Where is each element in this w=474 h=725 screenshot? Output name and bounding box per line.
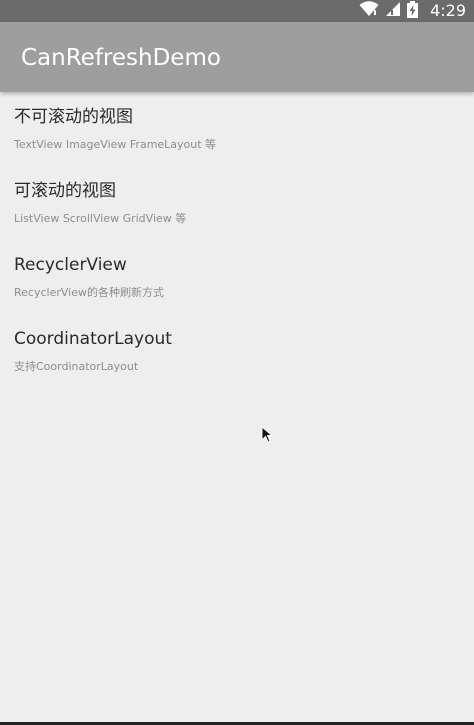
list-item-subtitle: 支持CoordinatorLayout [14, 360, 139, 373]
list-item-subtitle: TextView ImageView FrameLayout 等 [14, 138, 217, 151]
cellular-signal-icon [385, 1, 401, 21]
list-item-title: RecyclerView [14, 255, 127, 275]
demo-list: 不可滚动的视图 TextView ImageView FrameLayout 等… [0, 92, 474, 388]
list-item-recyclerview[interactable]: RecyclerView RecyclerView的各种刷新方式 [0, 240, 474, 314]
list-item-non-scrollable-views[interactable]: 不可滚动的视图 TextView ImageView FrameLayout 等 [0, 92, 474, 166]
list-item-coordinatorlayout[interactable]: CoordinatorLayout 支持CoordinatorLayout [0, 314, 474, 388]
list-item-title: CoordinatorLayout [14, 329, 172, 349]
list-item-subtitle: ListView ScrollView GridView 等 [14, 212, 187, 225]
mouse-pointer-icon [261, 425, 275, 444]
list-item-subtitle: RecyclerView的各种刷新方式 [14, 286, 164, 299]
status-time: 4:29 [430, 1, 466, 20]
wifi-icon [359, 1, 379, 21]
status-bar: 4:29 [0, 0, 474, 22]
battery-charging-icon [407, 0, 419, 22]
app-bar: CanRefreshDemo [0, 22, 474, 92]
list-item-title: 不可滚动的视图 [14, 107, 133, 127]
list-item-scrollable-views[interactable]: 可滚动的视图 ListView ScrollView GridView 等 [0, 166, 474, 240]
list-item-title: 可滚动的视图 [14, 181, 116, 201]
status-icons: 4:29 [359, 0, 466, 22]
app-title: CanRefreshDemo [21, 45, 221, 71]
